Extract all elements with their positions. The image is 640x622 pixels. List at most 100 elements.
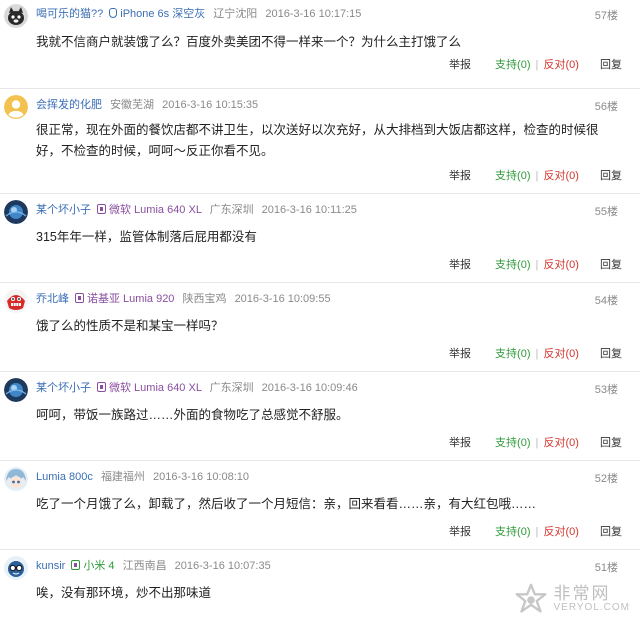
oppose-button[interactable]: 反对(0) xyxy=(543,523,578,539)
username-link[interactable]: 乔北峰 xyxy=(36,293,69,305)
oppose-button[interactable]: 反对(0) xyxy=(543,345,578,361)
comment-actions: 举报 支持(0) | 反对(0) 回复 xyxy=(449,523,622,539)
oppose-button[interactable]: 反对(0) xyxy=(543,256,578,272)
support-button[interactable]: 支持(0) xyxy=(495,523,530,539)
report-button[interactable]: 举报 xyxy=(449,256,471,272)
comment-item: 喝可乐的猫?? iPhone 6s 深空灰 辽宁沈阳 2016-3-16 10:1… xyxy=(0,0,640,89)
default-user-avatar-icon[interactable] xyxy=(4,95,28,119)
support-close-paren: ) xyxy=(526,59,531,71)
apple-icon xyxy=(109,8,118,18)
timestamp: 2016-3-16 10:15:35 xyxy=(162,99,259,111)
reply-button[interactable]: 回复 xyxy=(600,56,622,72)
oppose-button[interactable]: 反对(0) xyxy=(543,167,578,183)
floor-number: 55楼 xyxy=(594,206,618,218)
action-divider: | xyxy=(535,526,539,538)
floor-number: 54楼 xyxy=(594,295,618,307)
watermark-text: 非常网 VERYOL.COM xyxy=(553,584,631,615)
action-divider: | xyxy=(535,59,539,71)
username-link[interactable]: kunsir xyxy=(36,560,65,572)
username-link[interactable]: 某个坏小子 xyxy=(36,382,91,394)
location: 江西南昌 xyxy=(122,560,167,572)
watermark-cn: 非常网 xyxy=(553,584,611,603)
red-monster-avatar-icon[interactable] xyxy=(4,289,28,313)
device-name: 诺基亚 Lumia 920 xyxy=(87,293,175,305)
report-button[interactable]: 举报 xyxy=(449,345,471,361)
reply-button[interactable]: 回复 xyxy=(600,167,622,183)
support-button[interactable]: 支持(0) xyxy=(495,167,530,183)
oppose-close-paren: ) xyxy=(575,59,579,71)
comment-meta: 乔北峰 诺基亚 Lumia 920 陕西宝鸡 2016-3-16 10:09:55 xyxy=(36,292,331,306)
support-button[interactable]: 支持(0) xyxy=(495,434,530,450)
location: 广东深圳 xyxy=(209,204,254,216)
floor-number: 53楼 xyxy=(594,384,618,396)
comment-meta: 某个坏小子 微软 Lumia 640 XL 广东深圳 2016-3-16 10:1… xyxy=(36,203,357,217)
floor-number: 57楼 xyxy=(594,10,618,22)
comment-meta: 喝可乐的猫?? iPhone 6s 深空灰 辽宁沈阳 2016-3-16 10:1… xyxy=(36,7,361,21)
comment-item: Lumia 800c 福建福州 2016-3-16 10:08:10 52楼 吃… xyxy=(0,461,640,550)
device-name: 微软 Lumia 640 XL xyxy=(109,204,202,216)
support-close-paren: ) xyxy=(526,526,531,538)
oppose-label: 反对 xyxy=(543,170,566,182)
support-button[interactable]: 支持(0) xyxy=(495,345,530,361)
support-close-paren: ) xyxy=(526,170,531,182)
report-button[interactable]: 举报 xyxy=(449,434,471,450)
oppose-close-paren: ) xyxy=(575,170,579,182)
location: 安徽芜湖 xyxy=(110,99,155,111)
report-button[interactable]: 举报 xyxy=(449,167,471,183)
username-link[interactable]: 某个坏小子 xyxy=(36,204,91,216)
oppose-button[interactable]: 反对(0) xyxy=(543,56,578,72)
support-close-paren: ) xyxy=(526,437,531,449)
phone-icon xyxy=(75,293,84,303)
comment-text: 315年年一样，监管体制落后屁用都没有 xyxy=(36,230,257,244)
action-divider: | xyxy=(535,259,539,271)
blue-orb-avatar-icon[interactable] xyxy=(4,200,28,224)
comment-actions: 举报 支持(0) | 反对(0) 回复 xyxy=(449,434,622,450)
glasses-avatar-icon[interactable] xyxy=(4,556,28,580)
support-label: 支持 xyxy=(495,59,518,71)
support-button[interactable]: 支持(0) xyxy=(495,56,530,72)
oppose-label: 反对 xyxy=(543,437,566,449)
phone-icon xyxy=(71,560,81,570)
location: 陕西宝鸡 xyxy=(182,293,227,305)
comment-actions: 举报 支持(0) | 反对(0) 回复 xyxy=(449,56,622,72)
device-name: 微软 Lumia 640 XL xyxy=(109,382,202,394)
comment-text: 饿了么的性质不是和某宝一样吗？ xyxy=(36,319,224,333)
oppose-label: 反对 xyxy=(543,526,566,538)
blue-orb-avatar-icon[interactable] xyxy=(4,378,28,402)
reply-button[interactable]: 回复 xyxy=(600,523,622,539)
device-name: iPhone 6s xyxy=(120,8,170,20)
oppose-close-paren: ) xyxy=(575,259,579,271)
reply-button[interactable]: 回复 xyxy=(600,256,622,272)
watermark-logo-icon xyxy=(515,583,546,613)
timestamp: 2016-3-16 10:17:15 xyxy=(265,8,362,20)
device-name: 小米 4 xyxy=(83,560,115,572)
cat-avatar-icon[interactable] xyxy=(4,4,28,28)
support-label: 支持 xyxy=(495,348,518,360)
support-button[interactable]: 支持(0) xyxy=(495,256,530,272)
reply-button[interactable]: 回复 xyxy=(600,434,622,450)
comment-meta: Lumia 800c 福建福州 2016-3-16 10:08:10 xyxy=(36,470,249,484)
oppose-label: 反对 xyxy=(543,59,566,71)
support-close-paren: ) xyxy=(526,259,531,271)
floor-number: 52楼 xyxy=(594,473,618,485)
comment-text: 呵呵，带饭一族路过……外面的食物吃了总感觉不舒服。 xyxy=(36,408,349,422)
report-button[interactable]: 举报 xyxy=(449,56,471,72)
username-link[interactable]: 会挥发的化肥 xyxy=(36,99,102,111)
watermark-en: VERYOL.COM xyxy=(553,602,630,613)
comment-actions: 举报 支持(0) | 反对(0) 回复 xyxy=(449,167,622,183)
floor-number: 51楼 xyxy=(594,562,618,574)
comment-item: 乔北峰 诺基亚 Lumia 920 陕西宝鸡 2016-3-16 10:09:55… xyxy=(0,283,640,372)
phone-icon xyxy=(97,382,106,392)
report-button[interactable]: 举报 xyxy=(449,523,471,539)
comment-actions: 举报 支持(0) | 反对(0) 回复 xyxy=(449,256,622,272)
oppose-close-paren: ) xyxy=(575,437,579,449)
oppose-close-paren: ) xyxy=(575,348,579,360)
oppose-button[interactable]: 反对(0) xyxy=(543,434,578,450)
anime-avatar-icon[interactable] xyxy=(4,467,28,491)
reply-button[interactable]: 回复 xyxy=(600,345,622,361)
oppose-close-paren: ) xyxy=(575,526,579,538)
username-link[interactable]: Lumia 800c xyxy=(36,471,93,483)
username-link[interactable]: 喝可乐的猫?? xyxy=(36,8,103,20)
location: 广东深圳 xyxy=(209,382,254,394)
floor-number: 56楼 xyxy=(594,101,618,113)
